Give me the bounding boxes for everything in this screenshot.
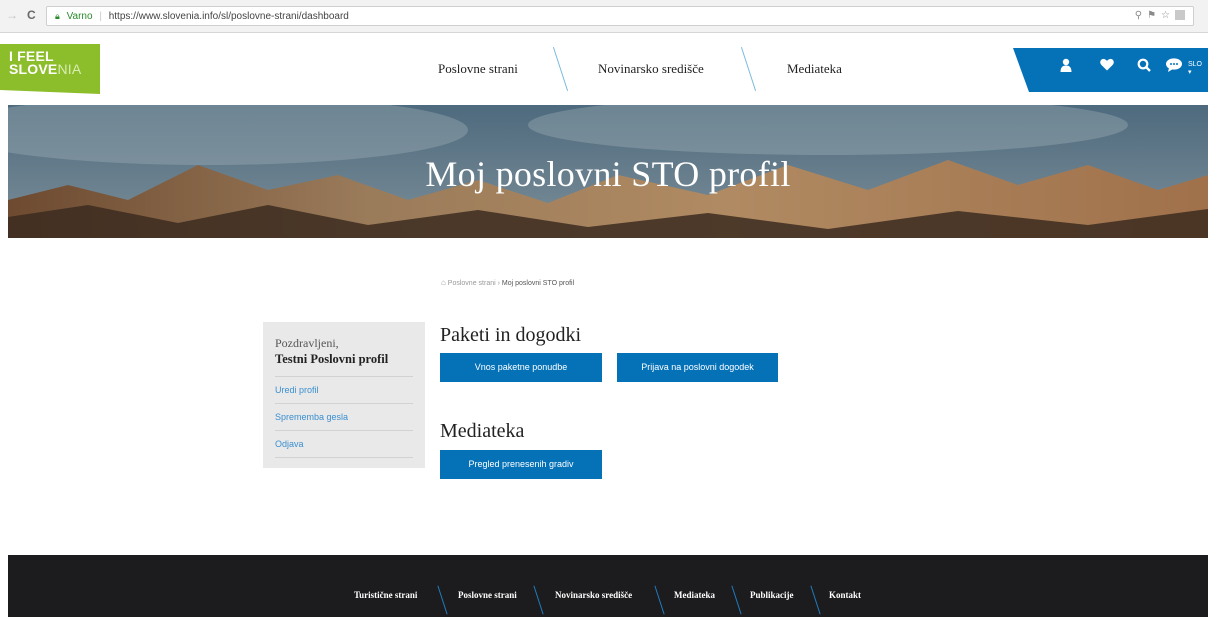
reload-icon[interactable]: C	[27, 8, 36, 22]
browser-toolbar: → C 🔒︎ Varno | https://www.slovenia.info…	[0, 0, 1208, 33]
back-arrow-icon[interactable]: →	[6, 8, 18, 22]
nav-divider	[552, 46, 569, 92]
add-package-offer-button[interactable]: Vnos paketne ponudbe	[440, 353, 602, 382]
hero-title: Moj poslovni STO profil	[425, 154, 791, 194]
media-section-title: Mediateka	[440, 420, 525, 442]
footer-divider	[533, 585, 544, 615]
review-downloads-button[interactable]: Pregled prenesenih gradiv	[440, 450, 602, 479]
edit-profile-link[interactable]: Uredi profil	[275, 377, 413, 404]
url-text[interactable]: https://www.slovenia.info/sl/poslovne-st…	[109, 11, 349, 22]
footer-link-kontakt[interactable]: Kontakt	[829, 590, 861, 600]
footer-link-novinarsko-sredisce[interactable]: Novinarsko središče	[555, 590, 632, 600]
site-footer: Turistične strani Poslovne strani Novina…	[8, 555, 1208, 617]
breadcrumb-separator: ›	[497, 280, 500, 287]
footer-divider	[810, 585, 821, 615]
lock-icon: 🔒︎	[55, 11, 60, 21]
site-header: I FEEL SLOVENIA Poslovne strani Novinars…	[0, 34, 1208, 104]
main-navigation: Poslovne strani Novinarsko središče Medi…	[0, 34, 1000, 104]
breadcrumb: ⌂ Poslovne strani › Moj poslovni STO pro…	[441, 278, 574, 287]
business-event-registration-button[interactable]: Prijava na poslovni dogodek	[617, 353, 778, 382]
greeting-text: Pozdravljeni,	[275, 336, 339, 350]
footer-divider	[654, 585, 665, 615]
footer-link-mediateka[interactable]: Mediateka	[674, 590, 715, 600]
packages-section-title: Paketi in dogodki	[440, 324, 582, 346]
secure-label: Varno	[66, 11, 93, 22]
footer-divider	[437, 585, 448, 615]
language-label: SLO	[1188, 61, 1203, 68]
footer-link-turisticne-strani[interactable]: Turistične strani	[354, 590, 417, 600]
profile-name: Testni Poslovni profil	[275, 352, 413, 377]
nav-item-mediateka[interactable]: Mediateka	[787, 61, 842, 77]
footer-divider	[731, 585, 742, 615]
logout-link[interactable]: Odjava	[275, 431, 413, 458]
nav-item-novinarsko-sredisce[interactable]: Novinarsko središče	[598, 61, 704, 77]
language-selector[interactable]: SLO ▾	[1188, 61, 1202, 76]
nav-item-poslovne-strani[interactable]: Poslovne strani	[438, 61, 518, 77]
footer-link-publikacije[interactable]: Publikacije	[750, 590, 794, 600]
change-password-link[interactable]: Sprememba gesla	[275, 404, 413, 431]
hero-banner: Moj poslovni STO profil	[8, 105, 1208, 238]
extension-icon[interactable]	[1175, 10, 1185, 21]
nav-divider	[740, 46, 757, 92]
home-icon[interactable]: ⌂	[441, 278, 446, 287]
address-bar[interactable]: 🔒︎ Varno | https://www.slovenia.info/sl/…	[46, 6, 1194, 26]
zoom-icon[interactable]: ⚲	[1135, 10, 1147, 21]
address-separator: |	[99, 11, 102, 22]
breadcrumb-home-link[interactable]: Poslovne strani	[448, 280, 496, 287]
bookmark-star-icon[interactable]: ☆	[1161, 10, 1175, 21]
chevron-down-icon: ▾	[1188, 69, 1192, 76]
footer-link-poslovne-strani[interactable]: Poslovne strani	[458, 590, 517, 600]
omnibox-icons: ⚲⚑☆	[1135, 7, 1185, 25]
profile-sidebar: Pozdravljeni, Testni Poslovni profil Ure…	[263, 322, 425, 468]
breadcrumb-current: Moj poslovni STO profil	[501, 280, 575, 287]
pin-icon[interactable]: ⚑	[1147, 10, 1161, 21]
